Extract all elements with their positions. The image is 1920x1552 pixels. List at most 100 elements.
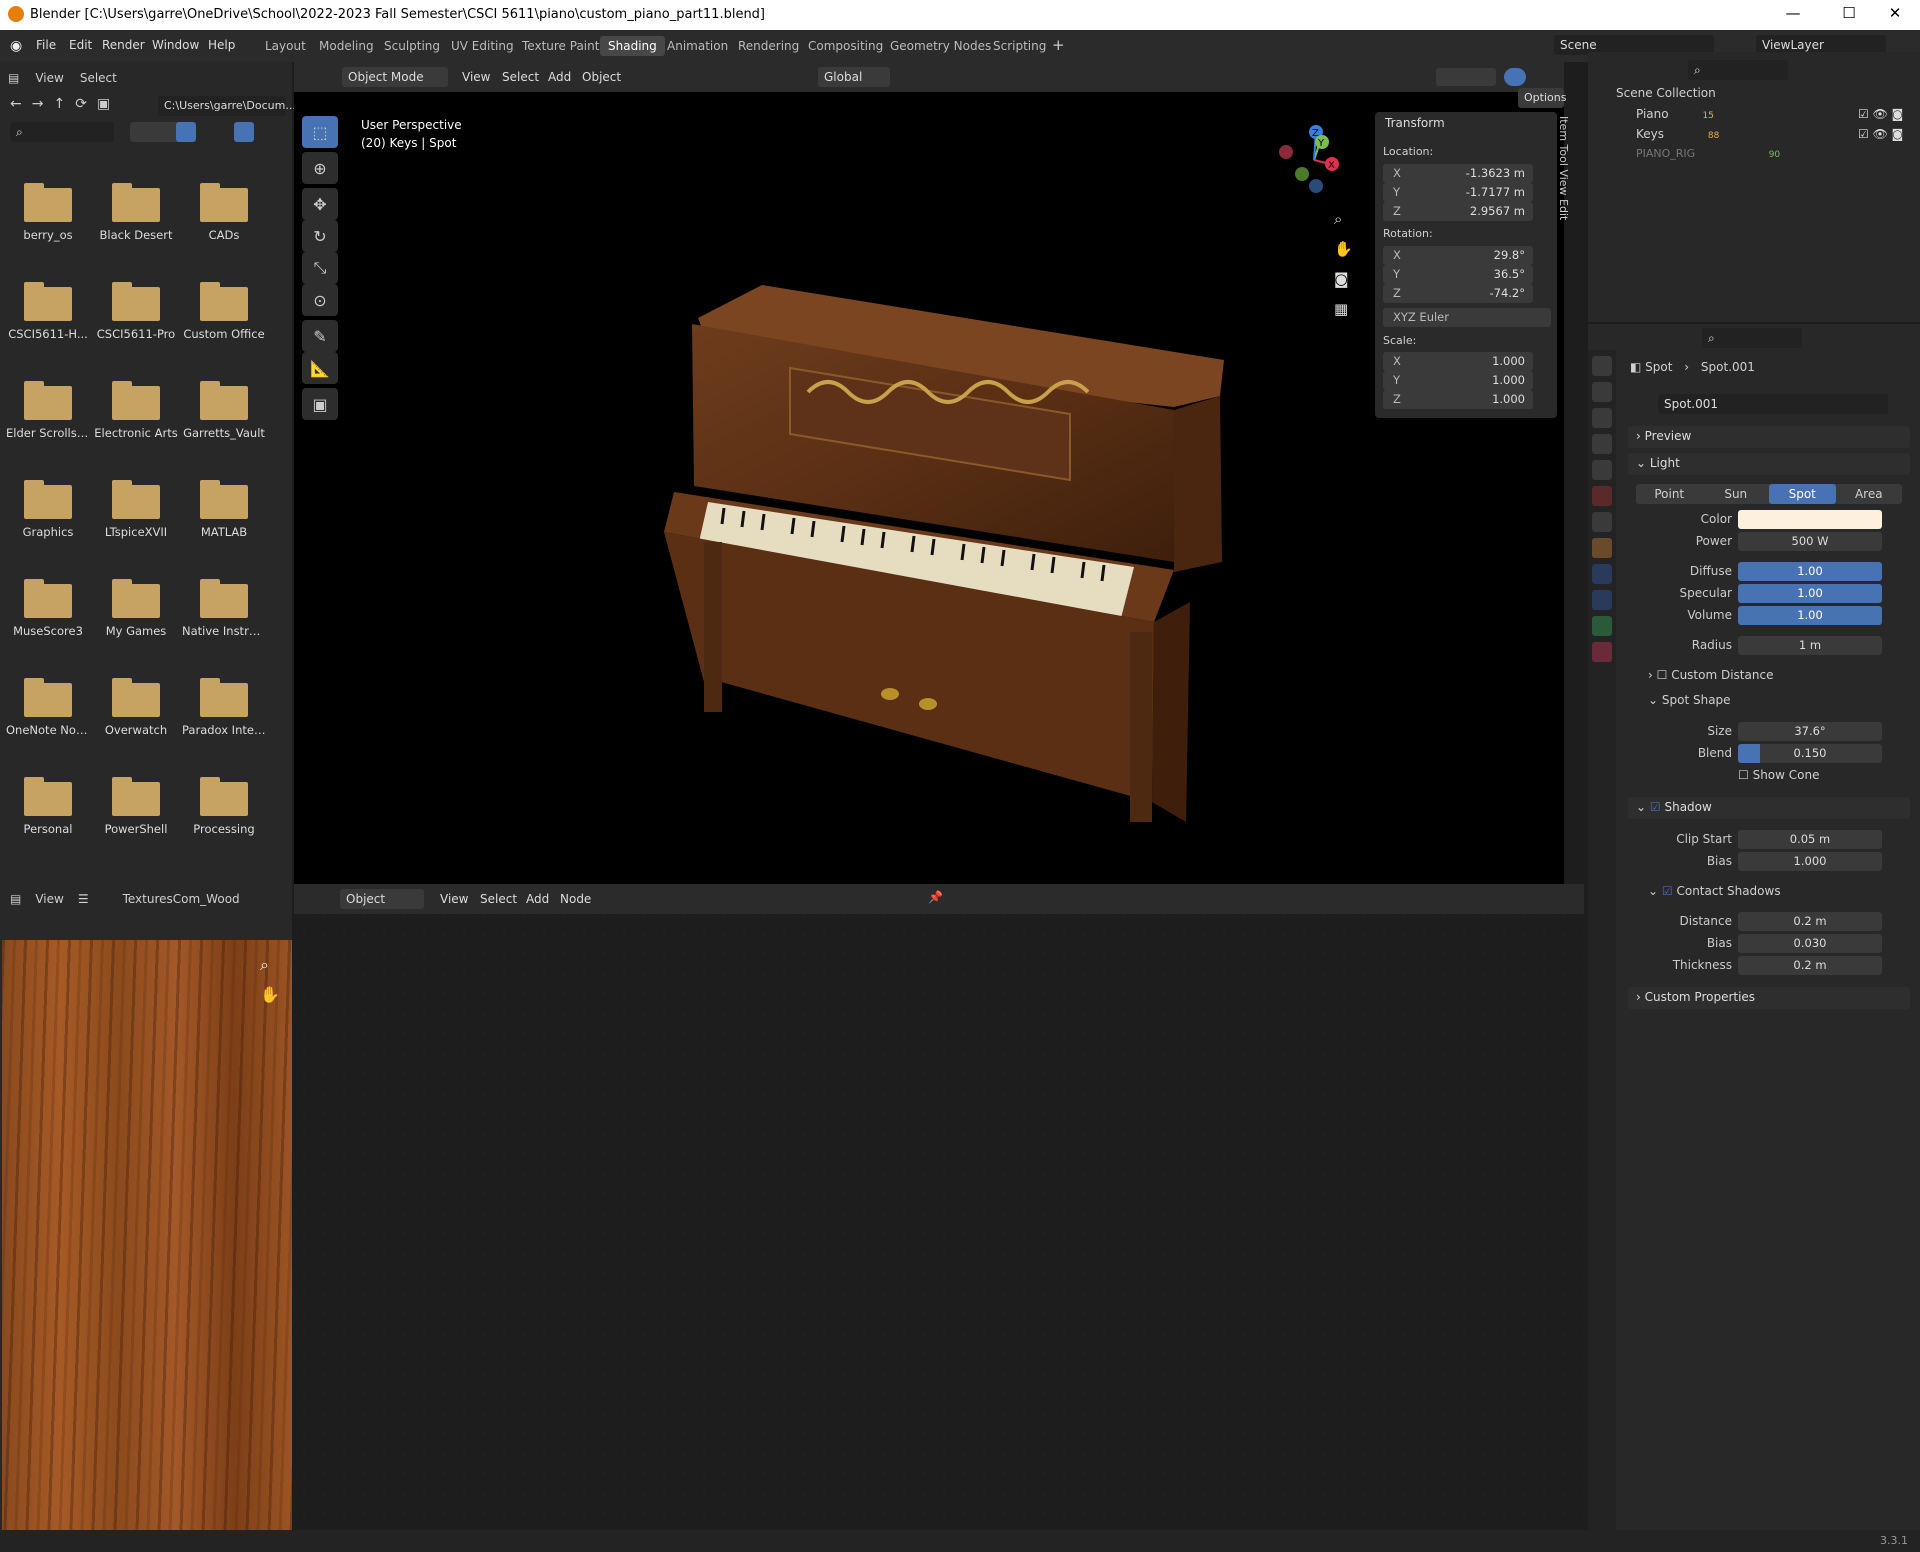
folder-item[interactable]: PowerShell	[92, 766, 180, 865]
options-dropdown[interactable]: Options	[1518, 88, 1566, 108]
outliner-search-input[interactable]: ⌕	[1688, 60, 1788, 80]
diffuse-field[interactable]: 1.00	[1738, 562, 1882, 581]
pin-icon[interactable]: 📌	[928, 890, 943, 904]
folder-item[interactable]: Overwatch	[92, 667, 180, 766]
node-editor[interactable]: Object View Select Add Node 📌	[294, 884, 1584, 1530]
tool-tab-icon[interactable]	[1592, 356, 1612, 376]
ne-menu-node[interactable]: Node	[560, 892, 591, 906]
bias-field[interactable]: 1.000	[1738, 852, 1882, 871]
light-type-spot[interactable]: Spot	[1769, 484, 1836, 504]
image-name[interactable]: TexturesCom_Wood	[123, 892, 240, 906]
custom-properties-header[interactable]: › Custom Properties	[1628, 987, 1910, 1009]
3d-viewport[interactable]	[294, 62, 1564, 884]
fb-menu-select[interactable]: Select	[80, 71, 117, 85]
shadow-panel-header[interactable]: ⌄ ☑ Shadow	[1628, 797, 1910, 819]
tab-item[interactable]: Item	[1557, 116, 1570, 141]
constraints-tab-icon[interactable]	[1592, 590, 1612, 610]
folder-item[interactable]: CADs	[180, 172, 268, 271]
location-y-field[interactable]: Y -1.7177 m	[1383, 183, 1533, 202]
folder-item[interactable]: Graphics	[4, 469, 92, 568]
tab-modeling[interactable]: Modeling	[311, 36, 382, 56]
folder-item[interactable]: MATLAB	[180, 469, 268, 568]
visibility-toggles[interactable]: ☑ 👁 ◙	[1858, 127, 1903, 141]
close-button[interactable]: ✕	[1872, 4, 1918, 22]
minimize-button[interactable]: —	[1770, 4, 1816, 22]
tab-compositing[interactable]: Compositing	[800, 36, 891, 56]
tab-edit[interactable]: Edit	[1557, 199, 1570, 220]
blender-menu-icon[interactable]: ◉	[10, 38, 22, 54]
rotation-x-field[interactable]: X 29.8°	[1383, 246, 1533, 265]
move-icon[interactable]: ✥	[302, 188, 338, 220]
outliner-item-piano[interactable]: Piano 15	[1636, 107, 1714, 121]
location-x-field[interactable]: X -1.3623 m	[1383, 164, 1533, 183]
folder-item[interactable]: Paradox Inter...	[180, 667, 268, 766]
ie-menu-view[interactable]: View	[35, 892, 63, 906]
folder-item[interactable]: OneNote Not...	[4, 667, 92, 766]
orientation-selector[interactable]: Global	[818, 67, 890, 87]
tab-texture-paint[interactable]: Texture Paint	[514, 36, 607, 56]
tab-uv-editing[interactable]: UV Editing	[443, 36, 522, 56]
fb-menu-view[interactable]: View	[35, 71, 63, 85]
object-tab-icon[interactable]	[1592, 538, 1612, 558]
editor-type-icon[interactable]: ▤	[8, 71, 19, 85]
filter-icon[interactable]	[234, 122, 254, 142]
show-cone-checkbox[interactable]: ☐ Show Cone	[1738, 768, 1819, 782]
tab-view[interactable]: View	[1557, 169, 1570, 195]
add-workspace-icon[interactable]: +	[1052, 36, 1065, 54]
specular-field[interactable]: 1.00	[1738, 584, 1882, 603]
thickness-field[interactable]: 0.2 m	[1738, 956, 1882, 975]
folder-item[interactable]: Elder Scrolls ...	[4, 370, 92, 469]
mode-selector[interactable]: Object Mode	[342, 67, 448, 87]
spot-shape-subpanel[interactable]: ⌄ Spot Shape	[1648, 693, 1731, 707]
vp-menu-add[interactable]: Add	[548, 70, 571, 84]
light-color-swatch[interactable]	[1738, 510, 1882, 529]
collection-tab-icon[interactable]	[1592, 512, 1612, 532]
properties-search-input[interactable]: ⌕	[1702, 328, 1802, 348]
outliner-item-keys[interactable]: Keys 88	[1636, 127, 1719, 141]
material-shading-icon[interactable]	[1504, 68, 1526, 86]
parent-dir-icon[interactable]: ↑	[53, 96, 65, 112]
camera-icon[interactable]: ◙	[1334, 264, 1353, 294]
view-layer-tab-icon[interactable]	[1592, 434, 1612, 454]
outliner-item-piano-rig[interactable]: PIANO_RIG 90	[1636, 147, 1780, 160]
display-mode-buttons[interactable]	[130, 122, 182, 142]
shader-type-selector[interactable]: Object	[340, 889, 424, 909]
ne-menu-select[interactable]: Select	[480, 892, 517, 906]
contact-bias-field[interactable]: 0.030	[1738, 934, 1882, 953]
output-tab-icon[interactable]	[1592, 408, 1612, 428]
folder-item[interactable]: My Games	[92, 568, 180, 667]
spot-size-field[interactable]: 37.6°	[1738, 722, 1882, 741]
rotation-z-field[interactable]: Z -74.2°	[1383, 284, 1533, 303]
visibility-toggles[interactable]: ☑ 👁 ◙	[1858, 107, 1903, 121]
light-data-tab-icon[interactable]	[1592, 616, 1612, 636]
vp-menu-view[interactable]: View	[462, 70, 490, 84]
scale-y-field[interactable]: Y 1.000	[1383, 371, 1533, 390]
tab-tool[interactable]: Tool	[1557, 145, 1570, 166]
folder-item[interactable]: CSCI5611-Pro	[92, 271, 180, 370]
light-type-area[interactable]: Area	[1836, 487, 1903, 501]
folder-item[interactable]: Garretts_Vault	[180, 370, 268, 469]
folder-item[interactable]: MuseScore3	[4, 568, 92, 667]
power-field[interactable]: 500 W	[1738, 532, 1882, 551]
rotate-icon[interactable]: ↻	[302, 220, 338, 252]
transform-icon[interactable]: ⊙	[302, 284, 338, 316]
folder-item[interactable]: Custom Office	[180, 271, 268, 370]
scale-icon[interactable]: ⤡	[302, 252, 338, 284]
path-field[interactable]: C:\Users\garre\Docum...	[158, 96, 296, 116]
navigation-gizmo[interactable]: Z Y X	[1270, 120, 1350, 200]
scale-z-field[interactable]: Z 1.000	[1383, 390, 1533, 409]
contact-distance-field[interactable]: 0.2 m	[1738, 912, 1882, 931]
scene-tab-icon[interactable]	[1592, 460, 1612, 480]
blend-slider[interactable]: 0.150	[1738, 744, 1882, 763]
folder-item[interactable]: Processing	[180, 766, 268, 865]
editor-type-icon[interactable]: ▤	[10, 892, 21, 906]
tab-layout[interactable]: Layout	[257, 36, 314, 56]
ne-menu-add[interactable]: Add	[526, 892, 549, 906]
select-box-icon[interactable]: ⬚	[302, 116, 338, 148]
folder-item[interactable]: LTspiceXVII	[92, 469, 180, 568]
rotation-mode-selector[interactable]: XYZ Euler	[1383, 308, 1551, 327]
light-panel-header[interactable]: ⌄ Light	[1628, 453, 1910, 475]
world-tab-icon[interactable]	[1592, 486, 1612, 506]
preview-panel-header[interactable]: › Preview	[1628, 426, 1910, 448]
folder-item[interactable]: CSCI5611-H...	[4, 271, 92, 370]
